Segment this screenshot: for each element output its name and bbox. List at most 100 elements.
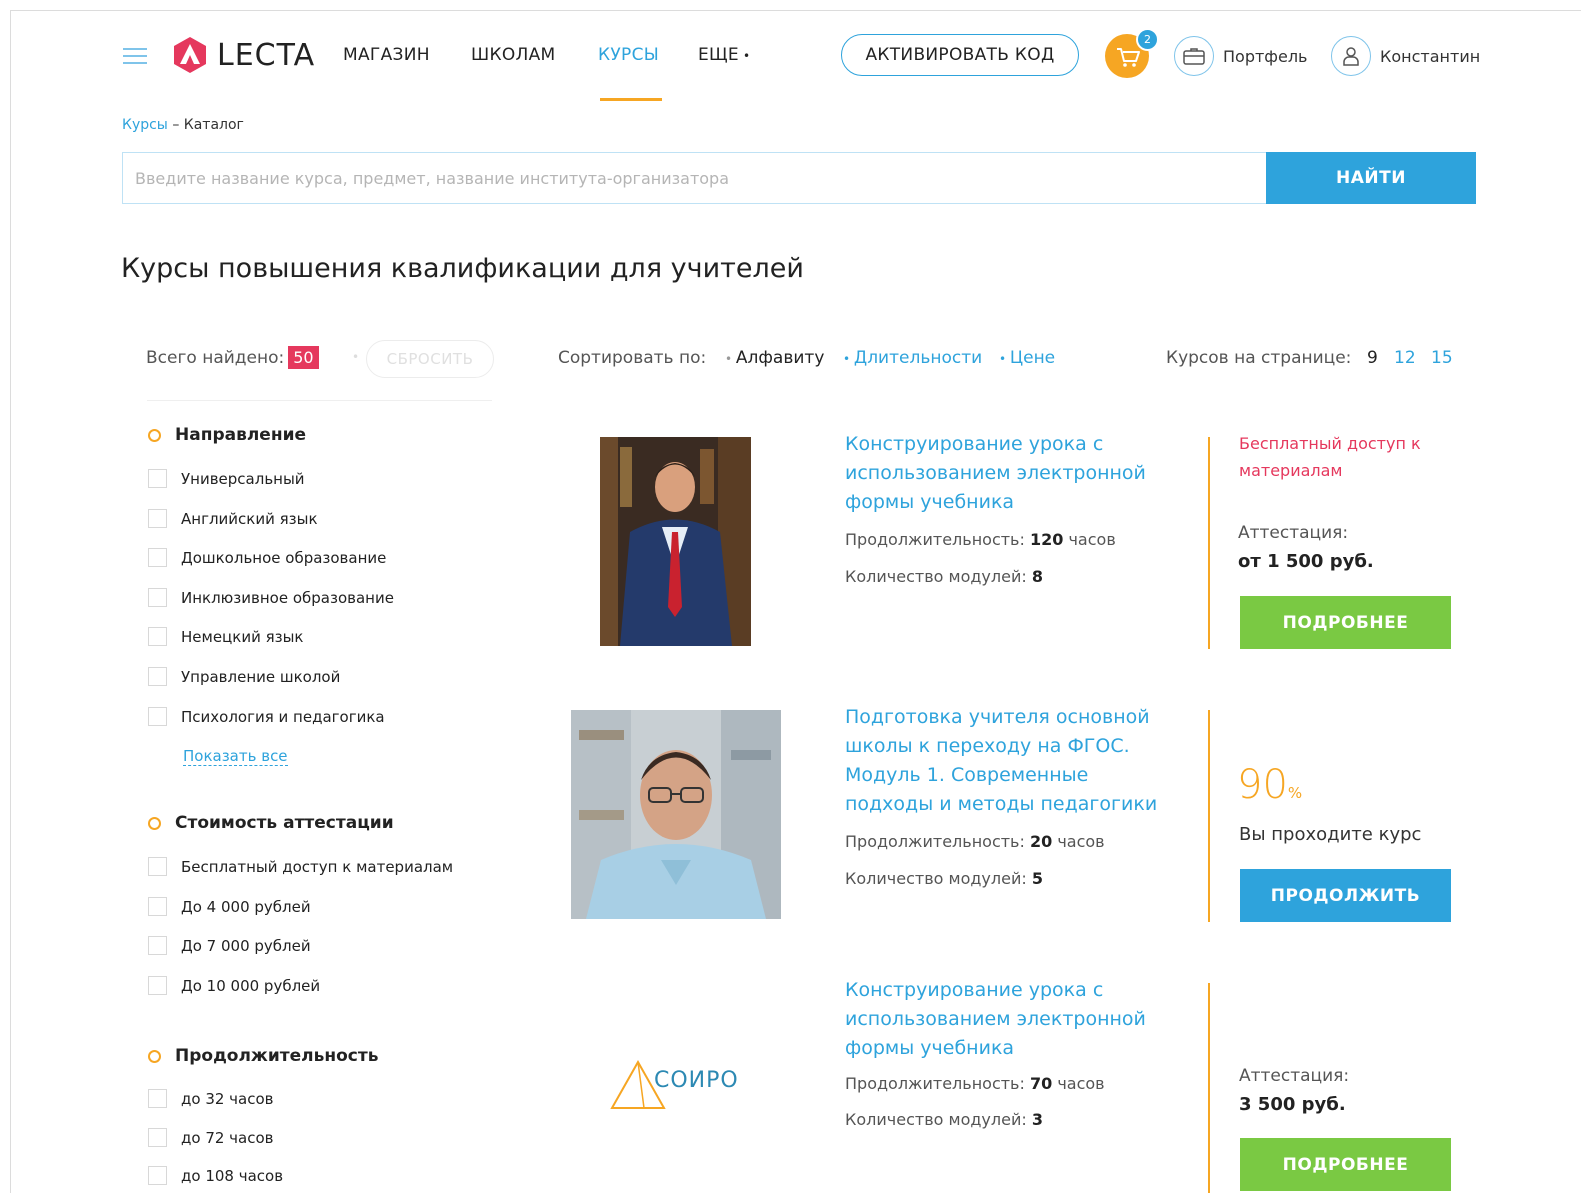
nav-shop[interactable]: МАГАЗИН xyxy=(343,45,430,65)
course-2-continue-button[interactable]: ПРОДОЛЖИТЬ xyxy=(1240,869,1451,922)
attestation-price: 3 500 руб. xyxy=(1239,1094,1346,1115)
course-divider xyxy=(1208,437,1210,649)
bullet-icon: • xyxy=(999,352,1010,366)
filter-option[interactable]: До 7 000 рублей xyxy=(148,936,311,955)
filter-cost-heading[interactable]: Стоимость аттестации xyxy=(148,813,394,833)
reset-filters-button[interactable]: СБРОСИТЬ xyxy=(366,340,494,378)
filter-option[interactable]: Управление школой xyxy=(148,667,340,686)
checkbox[interactable] xyxy=(148,897,167,916)
lecta-logo-icon xyxy=(174,37,206,73)
filter-option[interactable]: До 10 000 рублей xyxy=(148,976,320,995)
found-count-badge: 50 xyxy=(288,346,319,369)
bullet-icon: • xyxy=(725,352,736,366)
menu-icon[interactable] xyxy=(123,48,147,64)
filter-option-label: Бесплатный доступ к материалам xyxy=(181,857,454,876)
course-divider xyxy=(1208,710,1210,922)
filter-option[interactable]: До 4 000 рублей xyxy=(148,897,311,916)
breadcrumb-current: Каталог xyxy=(183,117,244,133)
per-page-12[interactable]: 12 xyxy=(1394,348,1416,368)
per-page-label: Курсов на странице: xyxy=(1166,348,1352,368)
filter-option-label: До 7 000 рублей xyxy=(181,936,311,955)
course-3-modules: Количество модулей: 3 xyxy=(845,1110,1043,1129)
search-button[interactable]: НАЙТИ xyxy=(1266,152,1476,204)
course-1-photo[interactable] xyxy=(600,437,751,646)
checkbox[interactable] xyxy=(148,509,167,528)
nav-more-label: ЕЩЕ xyxy=(698,45,739,65)
attestation-price: от 1 500 руб. xyxy=(1238,551,1374,572)
user-menu[interactable]: Константин xyxy=(1331,36,1480,76)
filter-direction-heading[interactable]: Направление xyxy=(148,425,306,445)
checkbox[interactable] xyxy=(148,936,167,955)
sort-price-label: Цене xyxy=(1009,348,1056,368)
course-3-logo[interactable]: СОИРО xyxy=(608,1058,739,1112)
portfolio-link[interactable]: Портфель xyxy=(1174,36,1307,76)
page-title: Курсы повышения квалификации для учителе… xyxy=(121,253,804,284)
progress-text: Вы проходите курс xyxy=(1239,824,1422,845)
breadcrumb-separator: – xyxy=(167,117,184,133)
bullet-ring-icon xyxy=(148,428,161,442)
per-page-15[interactable]: 15 xyxy=(1431,348,1453,368)
checkbox[interactable] xyxy=(148,1128,167,1147)
filter-option[interactable]: Инклюзивное образование xyxy=(148,588,394,607)
filter-option[interactable]: Немецкий язык xyxy=(148,627,304,646)
search-input[interactable]: Введите название курса, предмет, названи… xyxy=(122,152,1267,204)
checkbox[interactable] xyxy=(148,1166,167,1185)
course-3-title[interactable]: Конструирование урока с использованием э… xyxy=(845,976,1165,1063)
filter-option-label: Универсальный xyxy=(181,469,305,488)
filter-direction-title: Направление xyxy=(175,425,307,445)
hours-label: часов xyxy=(1057,1074,1105,1093)
filter-option[interactable]: Английский язык xyxy=(148,509,318,528)
checkbox[interactable] xyxy=(148,469,167,488)
progress-unit: % xyxy=(1287,784,1303,802)
filter-option[interactable]: до 32 часов xyxy=(148,1089,274,1108)
nav-more[interactable]: ЕЩЕ • xyxy=(698,45,750,65)
show-all-link[interactable]: Показать все xyxy=(183,747,288,766)
course-2-title[interactable]: Подготовка учителя основной школы к пере… xyxy=(845,703,1165,819)
checkbox[interactable] xyxy=(148,707,167,726)
checkbox[interactable] xyxy=(148,976,167,995)
modules-label: Количество модулей: xyxy=(845,1110,1027,1129)
found-label: Всего найдено: xyxy=(146,348,285,368)
filter-option[interactable]: Универсальный xyxy=(148,469,305,488)
cart-count-badge: 2 xyxy=(1136,28,1159,51)
duration-value: 70 xyxy=(1029,1074,1053,1093)
sort-price[interactable]: • Цене xyxy=(999,348,1055,368)
nav-schools[interactable]: ШКОЛАМ xyxy=(471,45,556,65)
progress-value: 90 xyxy=(1237,762,1288,808)
checkbox[interactable] xyxy=(148,588,167,607)
user-name: Константин xyxy=(1380,46,1481,66)
sort-duration[interactable]: • Длительности xyxy=(843,348,982,368)
checkbox[interactable] xyxy=(148,627,167,646)
checkbox[interactable] xyxy=(148,667,167,686)
filter-option[interactable]: Психология и педагогика xyxy=(148,707,385,726)
course-1-title[interactable]: Конструирование урока с использованием э… xyxy=(845,430,1165,517)
filter-option-label: Дошкольное образование xyxy=(181,548,387,567)
portfolio-label: Портфель xyxy=(1223,46,1308,66)
user-icon xyxy=(1331,36,1371,76)
bullet-ring-icon xyxy=(148,1049,161,1063)
course-divider xyxy=(1208,983,1210,1193)
filter-option[interactable]: Дошкольное образование xyxy=(148,548,386,567)
filter-option[interactable]: до 72 часов xyxy=(148,1128,274,1147)
briefcase-icon xyxy=(1174,36,1214,76)
checkbox[interactable] xyxy=(148,548,167,567)
progress-indicator: 90% xyxy=(1237,762,1302,808)
filter-option-label: Управление школой xyxy=(181,667,341,686)
nav-courses[interactable]: КУРСЫ xyxy=(598,45,659,65)
checkbox[interactable] xyxy=(148,857,167,876)
logo[interactable]: LECTA xyxy=(171,36,315,74)
activate-code-button[interactable]: АКТИВИРОВАТЬ КОД xyxy=(841,34,1079,76)
filter-option[interactable]: Бесплатный доступ к материалам xyxy=(148,857,453,876)
filter-option-label: до 32 часов xyxy=(181,1089,274,1108)
filter-option-label: до 72 часов xyxy=(181,1128,274,1147)
filter-option[interactable]: до 108 часов xyxy=(148,1166,283,1185)
breadcrumb-root[interactable]: Курсы xyxy=(122,117,168,133)
filter-duration-heading[interactable]: Продолжительность xyxy=(148,1046,378,1066)
sort-alphabet[interactable]: • Алфавиту xyxy=(725,348,824,368)
course-1-details-button[interactable]: ПОДРОБНЕЕ xyxy=(1240,596,1451,649)
course-2-photo[interactable] xyxy=(571,710,781,919)
separator-dot: • xyxy=(352,350,360,364)
course-3-details-button[interactable]: ПОДРОБНЕЕ xyxy=(1240,1138,1451,1191)
checkbox[interactable] xyxy=(148,1089,167,1108)
per-page-9[interactable]: 9 xyxy=(1367,348,1378,368)
